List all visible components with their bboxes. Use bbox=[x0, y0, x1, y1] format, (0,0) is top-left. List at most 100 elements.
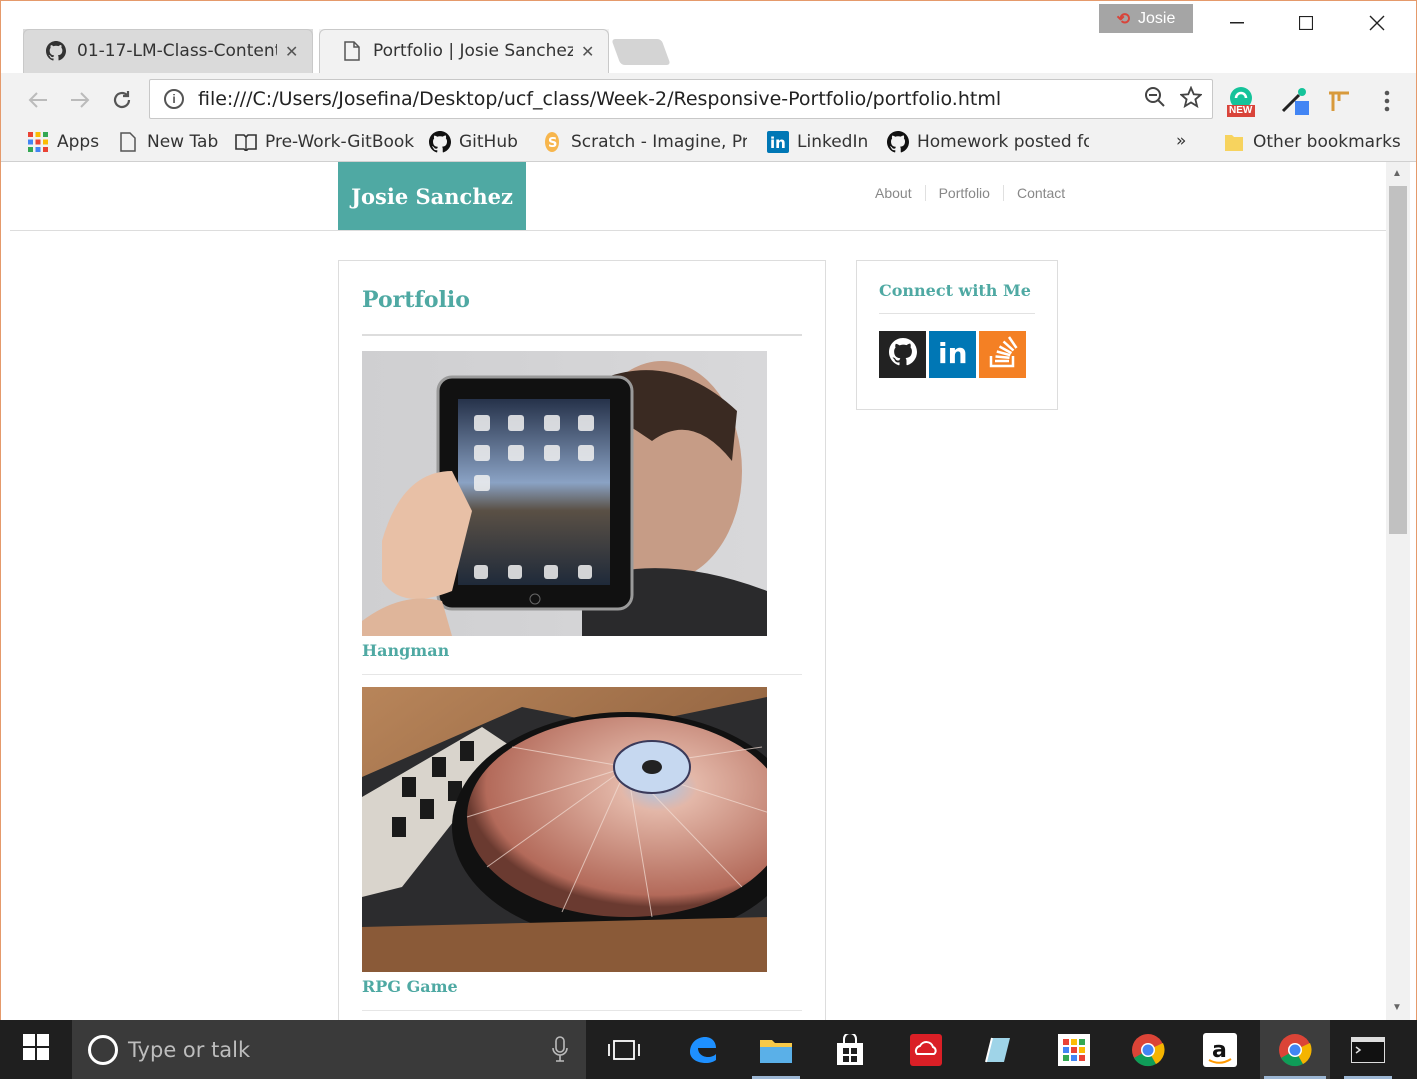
bookmark-scratch[interactable]: S Scratch - Imagine, Pro bbox=[541, 131, 747, 153]
connect-heading: Connect with Me bbox=[879, 281, 1031, 300]
chrome-icon[interactable] bbox=[1120, 1020, 1176, 1079]
github-icon bbox=[45, 40, 67, 62]
zoom-icon[interactable] bbox=[1144, 86, 1166, 114]
minimize-icon[interactable] bbox=[1217, 7, 1257, 39]
svg-text:in: in bbox=[770, 134, 786, 152]
page-scrollbar[interactable]: ▲ ▼ bbox=[1386, 162, 1410, 1020]
divider bbox=[879, 313, 1035, 314]
address-bar[interactable]: i file:///C:/Users/Josefina/Desktop/ucf_… bbox=[149, 79, 1213, 119]
page-icon bbox=[117, 131, 139, 153]
bookmark-label: Pre-Work-GitBook bbox=[265, 132, 415, 152]
cortana-icon bbox=[88, 1034, 118, 1065]
github-icon bbox=[429, 131, 451, 153]
microphone-icon[interactable] bbox=[552, 1036, 568, 1067]
bookmark-github[interactable]: GitHub bbox=[429, 131, 518, 153]
menu-icon[interactable] bbox=[1371, 85, 1403, 117]
cortana-search-box[interactable]: Type or talk bbox=[72, 1020, 586, 1079]
close-window-icon[interactable] bbox=[1357, 7, 1397, 39]
bookmarks-overflow-button[interactable]: » bbox=[1176, 131, 1186, 151]
creative-cloud-icon[interactable] bbox=[898, 1020, 954, 1079]
item-divider bbox=[362, 1010, 802, 1011]
bookmarks-bar: Apps New Tab Pre-Work-GitBook GitHub S S… bbox=[1, 125, 1416, 162]
store-icon[interactable] bbox=[822, 1020, 878, 1079]
bookmark-label: New Tab bbox=[147, 132, 219, 152]
other-bookmarks[interactable]: Other bookmarks bbox=[1223, 131, 1401, 153]
forward-icon[interactable] bbox=[65, 85, 95, 115]
edge-icon[interactable] bbox=[674, 1020, 730, 1079]
folder-icon bbox=[1223, 131, 1245, 153]
maximize-icon[interactable] bbox=[1286, 7, 1326, 39]
bookmark-linkedin[interactable]: in LinkedIn bbox=[767, 131, 868, 153]
start-button[interactable] bbox=[0, 1020, 72, 1079]
bookmark-new-tab[interactable]: New Tab bbox=[117, 131, 218, 153]
bookmark-label: Other bookmarks bbox=[1253, 132, 1401, 152]
tab-portfolio[interactable]: Portfolio | Josie Sanchez ✕ bbox=[319, 29, 609, 73]
back-icon[interactable] bbox=[23, 85, 53, 115]
tab-title: Portfolio | Josie Sanchez bbox=[373, 41, 573, 61]
scroll-down-icon[interactable]: ▼ bbox=[1392, 1002, 1402, 1013]
divider bbox=[362, 334, 802, 336]
tab-title: 01-17-LM-Class-Content bbox=[77, 41, 277, 61]
page-title: Portfolio bbox=[362, 287, 470, 313]
close-tab-icon[interactable]: ✕ bbox=[581, 42, 594, 61]
title-bar: 01-17-LM-Class-Content ✕ Portfolio | Jos… bbox=[1, 1, 1416, 73]
linkedin-link[interactable]: in bbox=[929, 331, 976, 378]
scroll-up-icon[interactable]: ▲ bbox=[1392, 168, 1402, 179]
bookmark-label: LinkedIn bbox=[797, 132, 869, 152]
github-icon bbox=[888, 338, 917, 371]
app-icon[interactable] bbox=[970, 1020, 1026, 1079]
rpg-game-title[interactable]: RPG Game bbox=[362, 977, 458, 996]
page-viewport: Josie Sanchez About Portfolio Contact Po… bbox=[10, 162, 1386, 1020]
task-view-icon[interactable] bbox=[596, 1020, 652, 1079]
svg-text:a: a bbox=[1212, 1038, 1227, 1063]
bookmark-pre-work-gitbook[interactable]: Pre-Work-GitBook bbox=[235, 131, 414, 153]
bookmark-label: GitHub bbox=[459, 132, 518, 152]
github-link[interactable] bbox=[879, 331, 926, 378]
github-icon bbox=[887, 131, 909, 153]
page-icon bbox=[341, 40, 363, 62]
url-text: file:///C:/Users/Josefina/Desktop/ucf_cl… bbox=[198, 88, 1002, 110]
reload-icon[interactable] bbox=[107, 85, 137, 115]
extension-icon[interactable] bbox=[1323, 85, 1355, 117]
bookmark-homework[interactable]: Homework posted for bbox=[887, 131, 1089, 153]
site-logo[interactable]: Josie Sanchez bbox=[338, 162, 526, 230]
nav-portfolio-link[interactable]: Portfolio bbox=[924, 185, 1003, 201]
portfolio-card: Portfolio Hangman RPG Game bbox=[338, 260, 826, 1020]
chrome-icon[interactable] bbox=[1260, 1020, 1330, 1079]
close-tab-icon[interactable]: ✕ bbox=[285, 42, 298, 61]
connect-card: Connect with Me in bbox=[856, 260, 1058, 410]
app-grid-icon[interactable] bbox=[1046, 1020, 1102, 1079]
search-placeholder: Type or talk bbox=[128, 1037, 251, 1062]
site-header: Josie Sanchez About Portfolio Contact bbox=[10, 162, 1386, 231]
svg-text:in: in bbox=[938, 337, 968, 367]
hangman-title[interactable]: Hangman bbox=[362, 641, 449, 660]
hangman-image[interactable] bbox=[362, 351, 767, 636]
amazon-icon[interactable]: a bbox=[1192, 1020, 1248, 1079]
bookmark-star-icon[interactable] bbox=[1179, 85, 1203, 114]
bookmark-label: Homework posted for bbox=[917, 132, 1089, 152]
profile-button[interactable]: ⟲ Josie bbox=[1099, 4, 1193, 33]
nav-contact-link[interactable]: Contact bbox=[1002, 185, 1078, 201]
chevron-double-right-icon: » bbox=[1176, 131, 1187, 151]
tab-class-content[interactable]: 01-17-LM-Class-Content ✕ bbox=[23, 29, 313, 73]
file-explorer-icon[interactable] bbox=[748, 1020, 804, 1079]
new-tab-button[interactable] bbox=[611, 39, 671, 65]
extension-badge: NEW bbox=[1229, 105, 1253, 116]
nav-about-link[interactable]: About bbox=[862, 185, 925, 201]
linkedin-icon: in bbox=[767, 131, 789, 153]
color-picker-extension-icon[interactable] bbox=[1279, 85, 1311, 117]
stackoverflow-link[interactable] bbox=[979, 331, 1026, 378]
book-icon bbox=[235, 131, 257, 153]
apps-grid-icon bbox=[27, 131, 49, 153]
windows-logo-icon bbox=[23, 1034, 49, 1065]
profile-name: Josie bbox=[1138, 9, 1176, 27]
site-nav: About Portfolio Contact bbox=[862, 185, 1078, 201]
info-icon[interactable]: i bbox=[164, 89, 184, 109]
bookmark-apps[interactable]: Apps bbox=[27, 131, 99, 153]
sync-error-icon: ⟲ bbox=[1116, 10, 1131, 28]
linkedin-icon: in bbox=[936, 337, 970, 372]
grammarly-extension-icon[interactable]: NEW bbox=[1225, 85, 1257, 117]
rpg-game-image[interactable] bbox=[362, 687, 767, 972]
terminal-icon[interactable] bbox=[1340, 1020, 1396, 1079]
scroll-thumb[interactable] bbox=[1389, 186, 1407, 534]
